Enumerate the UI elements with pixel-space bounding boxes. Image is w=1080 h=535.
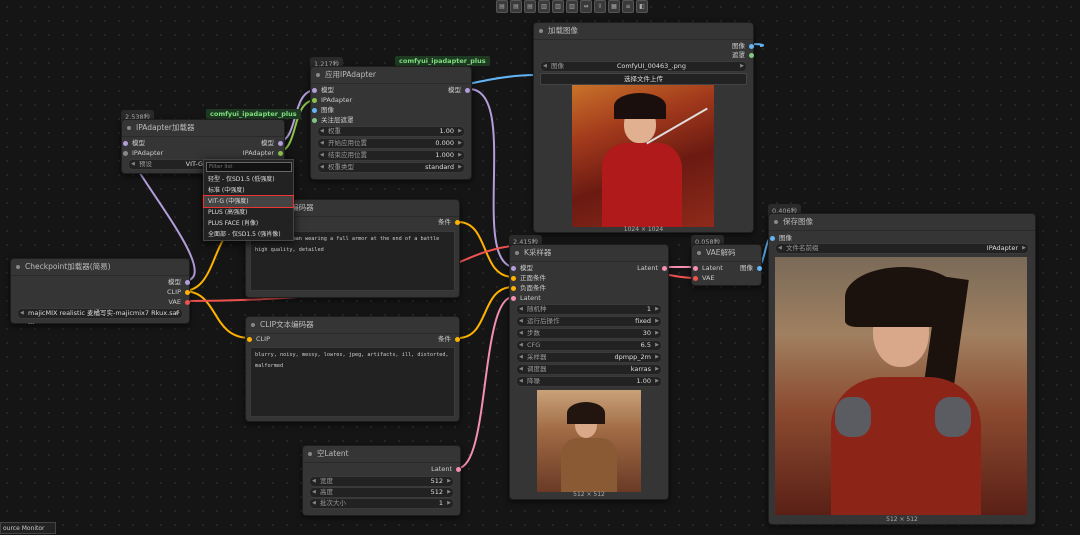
menu-item[interactable]: 轻型 - 仅SD1.5 (低强度): [204, 174, 293, 185]
image-size-caption: 512 × 512: [886, 516, 918, 523]
menu-item-selected[interactable]: VIT-G (中强度): [203, 195, 294, 208]
image-select[interactable]: 图像ComfyUI_00463_.png: [540, 61, 747, 72]
end-at-widget[interactable]: 结束应用位置1.000: [317, 150, 465, 161]
image-size-caption: 512 × 512: [573, 491, 605, 498]
vae-decode-node[interactable]: VAE解码 Latent VAE 图像: [691, 244, 762, 286]
prompt-textarea[interactable]: blurry, noisy, messy, lowres, jpeg, arti…: [250, 347, 455, 417]
input-model[interactable]: 模型: [312, 85, 334, 95]
input-model[interactable]: 模型: [511, 263, 533, 273]
apply-ipadapter-node[interactable]: 应用IPAdapter 模型 IPAdapter 图像 关注层遮罩 模型 权重1…: [310, 66, 472, 180]
weight-widget[interactable]: 权重1.00: [317, 126, 465, 137]
cfg-widget[interactable]: CFG6.5: [516, 340, 662, 351]
output-mask[interactable]: 遮罩: [732, 50, 754, 60]
height-widget[interactable]: 高度512: [309, 487, 454, 498]
input-negative[interactable]: 负面条件: [511, 283, 546, 293]
width-widget[interactable]: 宽度512: [309, 476, 454, 487]
menu-item[interactable]: 全面部 - 仅SD1.5 (强肖像): [204, 229, 293, 240]
input-image[interactable]: 图像: [312, 105, 334, 115]
upload-button[interactable]: 选择文件上传: [540, 73, 747, 85]
filter-input[interactable]: [206, 162, 292, 172]
input-vae[interactable]: VAE: [693, 273, 715, 283]
sampler-widget[interactable]: 采样器dpmpp_2m: [516, 352, 662, 363]
menu-item[interactable]: PLUS FACE (肖像): [204, 218, 293, 229]
ksampler-node[interactable]: K采样器 模型 正面条件 负面条件 Latent Latent 随机种1 运行后…: [509, 244, 669, 500]
input-positive[interactable]: 正面条件: [511, 273, 546, 283]
node-title: 应用IPAdapter: [311, 67, 471, 84]
empty-latent-node[interactable]: 空Latent Latent 宽度512 高度512 批次大小1: [302, 445, 461, 516]
save-image-node[interactable]: 保存图像 图像 文件名前缀IPAdapter 512 × 512: [768, 213, 1036, 525]
output-model[interactable]: 模型: [261, 138, 283, 148]
start-at-widget[interactable]: 开始应用位置0.000: [317, 138, 465, 149]
node-title: 加载图像: [534, 23, 753, 40]
resource-monitor-tab[interactable]: ource Monitor: [0, 522, 56, 534]
control-after-generate-widget[interactable]: 运行后操作fixed: [516, 316, 662, 327]
output-image[interactable]: 图像: [740, 263, 762, 273]
input-images[interactable]: 图像: [770, 233, 792, 243]
output-image: [775, 257, 1027, 515]
input-attn-mask[interactable]: 关注层遮罩: [312, 115, 354, 125]
node-title: CLIP文本编码器: [246, 317, 459, 334]
clip-text-encode-negative-node[interactable]: CLIP文本编码器 CLIP 条件 blurry, noisy, messy, …: [245, 316, 460, 422]
node-title: 保存图像: [769, 214, 1035, 231]
output-conditioning[interactable]: 条件: [438, 217, 460, 227]
filename-prefix-widget[interactable]: 文件名前缀IPAdapter: [775, 243, 1029, 254]
preview-image: [537, 390, 641, 492]
preset-dropdown-menu[interactable]: 轻型 - 仅SD1.5 (低强度) 标准 (中强度) VIT-G (中强度) P…: [203, 159, 294, 241]
load-image-node[interactable]: 加载图像 图像 遮罩 图像ComfyUI_00463_.png 选择文件上传 1…: [533, 22, 754, 233]
apply-ipa-badge: comfyui_ipadapter_plus: [395, 56, 490, 66]
node-title: 空Latent: [303, 446, 460, 463]
ckpt-name-select[interactable]: majicMIX realistic 麦橘写实-majicmix7 Rkux.s…: [17, 308, 183, 326]
input-latent[interactable]: Latent: [693, 263, 723, 273]
node-title: K采样器: [510, 245, 668, 262]
input-clip[interactable]: CLIP: [247, 334, 270, 344]
menu-item[interactable]: 标准 (中强度): [204, 185, 293, 196]
menu-item[interactable]: PLUS (高强度): [204, 207, 293, 218]
output-model[interactable]: 模型: [168, 277, 190, 287]
input-latent[interactable]: Latent: [511, 293, 541, 303]
input-ipadapter[interactable]: IPAdapter: [123, 148, 163, 158]
input-ipadapter[interactable]: IPAdapter: [312, 95, 352, 105]
output-model[interactable]: 模型: [448, 85, 470, 95]
preview-image: [572, 85, 714, 227]
output-clip[interactable]: CLIP: [167, 287, 190, 297]
ipa-loader-badge: comfyui_ipadapter_plus: [206, 109, 301, 119]
node-title: IPAdapter加载器: [122, 120, 284, 137]
output-latent[interactable]: Latent: [431, 464, 461, 474]
checkpoint-loader-node[interactable]: Checkpoint加载器(简易) 模型 CLIP VAE majicMIX r…: [10, 258, 190, 326]
steps-widget[interactable]: 步数30: [516, 328, 662, 339]
node-title: Checkpoint加载器(简易): [11, 259, 189, 276]
batch-size-widget[interactable]: 批次大小1: [309, 498, 454, 509]
image-size-caption: 1024 × 1024: [623, 226, 664, 233]
output-ipadapter[interactable]: IPAdapter: [243, 148, 283, 158]
seed-widget[interactable]: 随机种1: [516, 304, 662, 315]
scheduler-widget[interactable]: 调度器karras: [516, 364, 662, 375]
weight-type-widget[interactable]: 权重类型standard: [317, 162, 465, 173]
output-latent[interactable]: Latent: [637, 263, 667, 273]
node-title: VAE解码: [692, 245, 761, 262]
output-vae[interactable]: VAE: [168, 297, 190, 307]
denoise-widget[interactable]: 降噪1.00: [516, 376, 662, 387]
output-conditioning[interactable]: 条件: [438, 334, 460, 344]
input-model[interactable]: 模型: [123, 138, 145, 148]
